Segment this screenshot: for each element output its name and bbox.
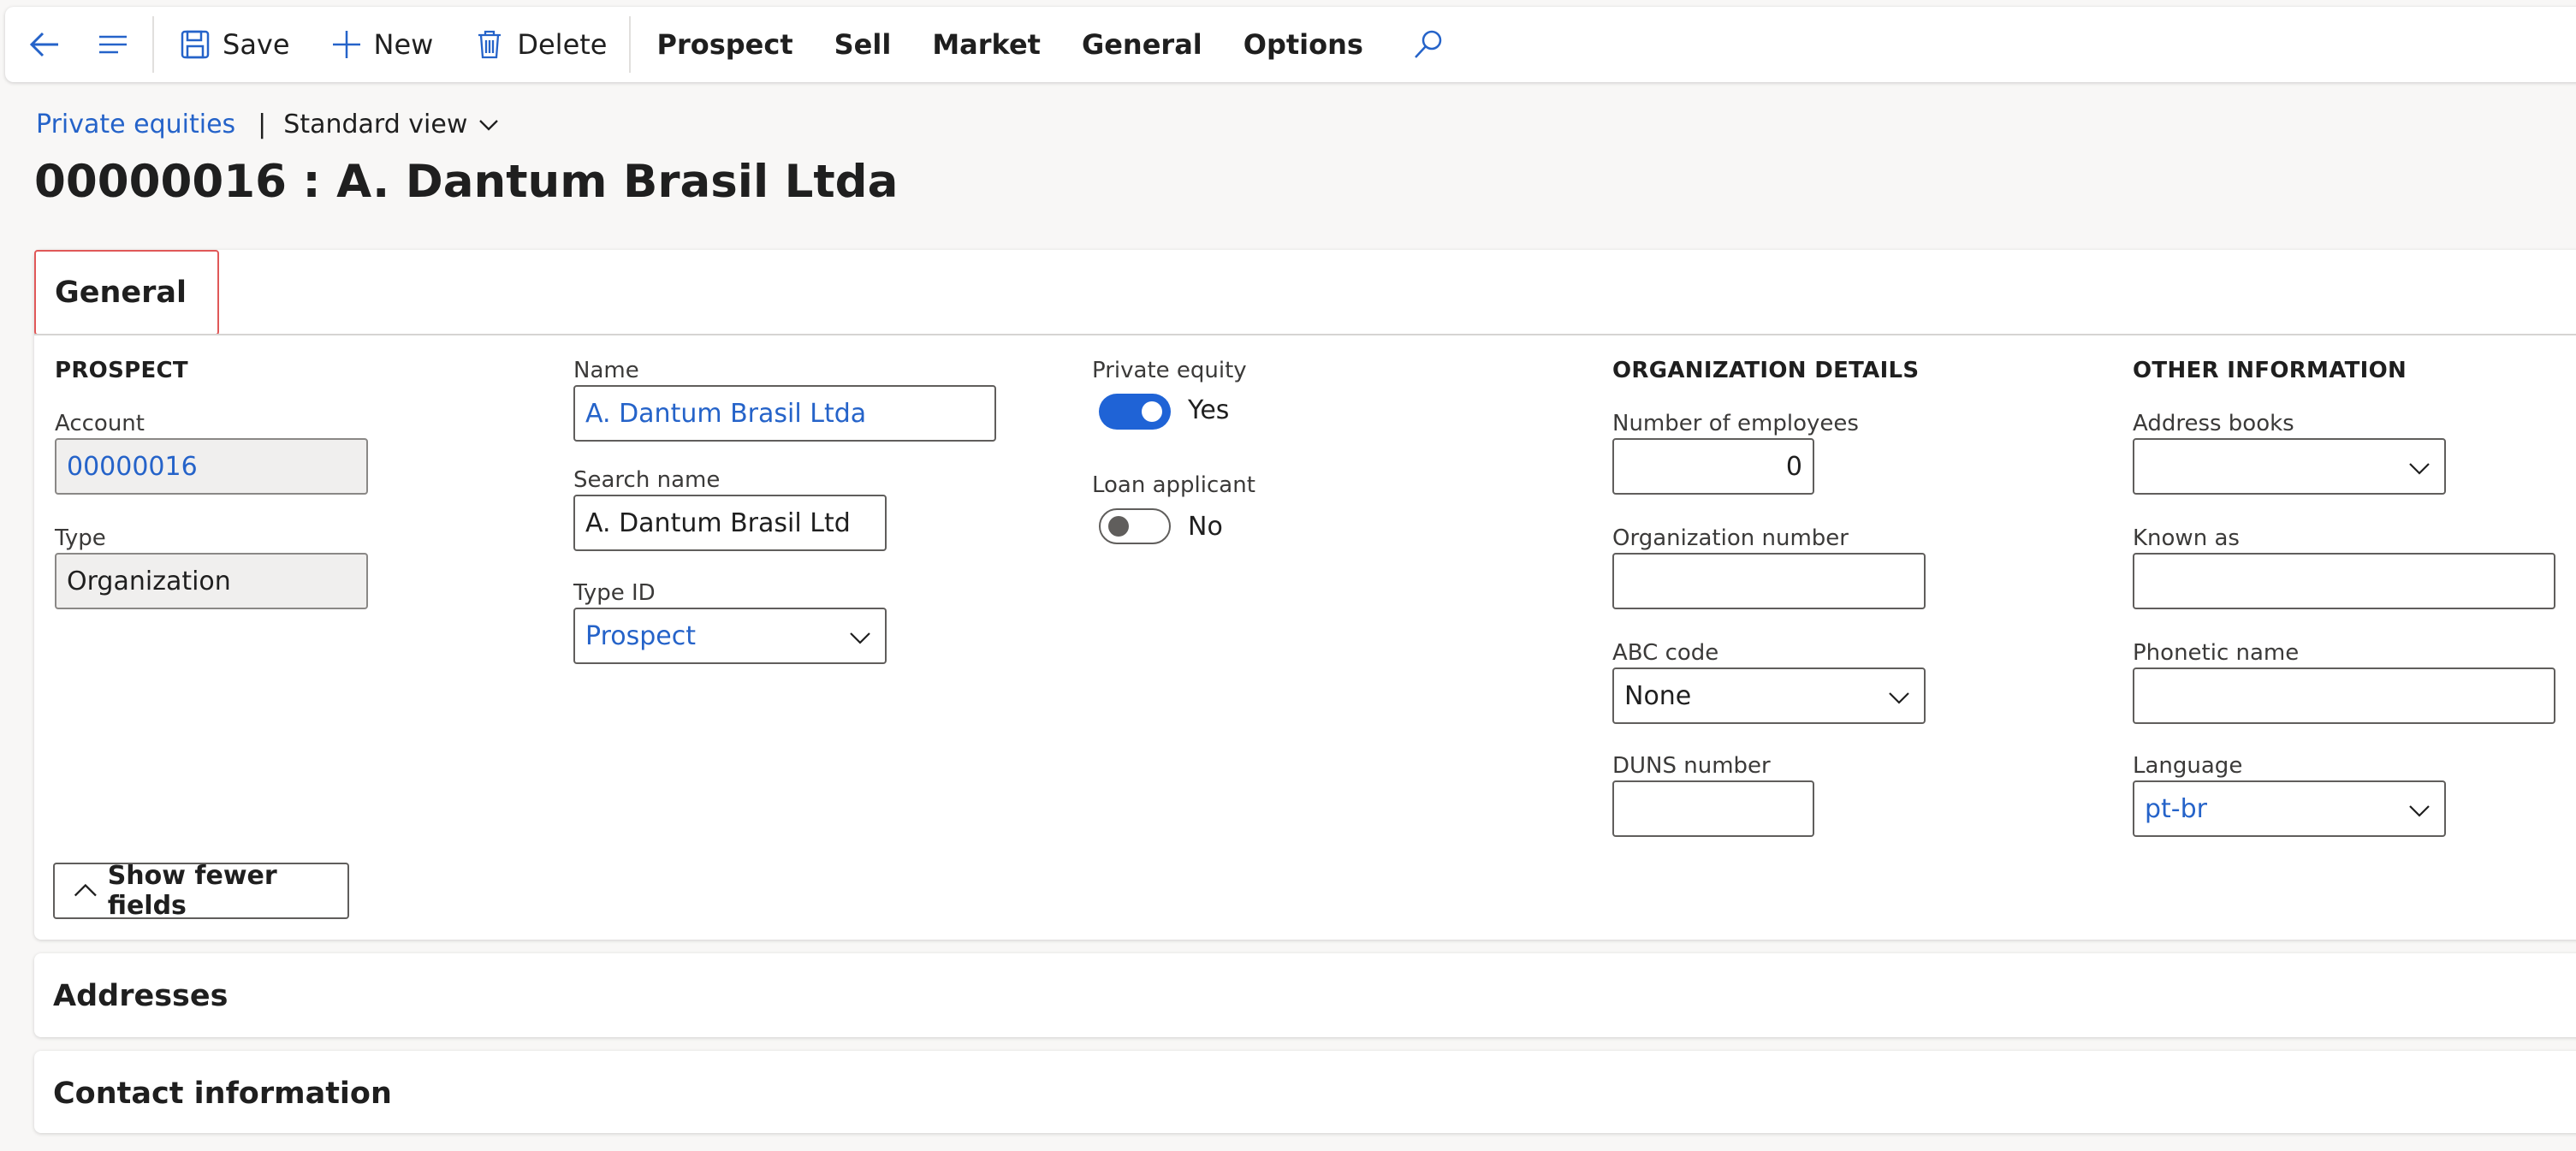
type-id-select[interactable]: Prospect (573, 608, 887, 664)
duns-number-label: DUNS number (1612, 753, 1771, 779)
new-label: New (373, 28, 434, 61)
action-pane: Save New Delete Prospect Sell Market Gen… (5, 7, 2576, 82)
contact-information-fasttab[interactable]: Contact information (34, 1051, 2576, 1133)
plus-icon (328, 26, 365, 63)
abc-code-value: None (1624, 680, 1692, 711)
new-button[interactable]: New (309, 7, 453, 82)
chevron-down-icon (850, 632, 870, 644)
save-label: Save (223, 28, 290, 61)
name-field[interactable]: A. Dantum Brasil Ltda (573, 385, 996, 442)
delete-button[interactable]: Delete (452, 7, 626, 82)
organization-details-group: ORGANIZATION DETAILS Number of employees… (1612, 358, 1926, 837)
account-label: Account (55, 411, 145, 436)
breadcrumb-separator: | (258, 110, 267, 139)
language-label: Language (2133, 753, 2243, 779)
chevron-up-icon (74, 883, 97, 897)
type-id-label: Type ID (573, 580, 656, 606)
addresses-fasttab[interactable]: Addresses (34, 953, 2576, 1037)
address-books-select[interactable] (2133, 438, 2446, 495)
employees-label: Number of employees (1612, 411, 1859, 436)
language-value: pt-br (2145, 793, 2208, 824)
account-field[interactable]: 00000016 (55, 438, 368, 495)
menu-sell[interactable]: Sell (814, 7, 912, 82)
name-label: Name (573, 358, 639, 383)
abc-code-label: ABC code (1612, 640, 1719, 666)
loan-applicant-toggle[interactable] (1099, 508, 1171, 544)
type-label: Type (55, 525, 106, 551)
chevron-down-icon (2409, 805, 2430, 817)
view-selector[interactable]: Standard view (283, 110, 502, 139)
phonetic-name-field[interactable] (2133, 667, 2555, 724)
toolbar-separator (152, 16, 154, 73)
delete-label: Delete (517, 28, 608, 61)
toggle-knob (1142, 401, 1162, 422)
breadcrumb-link[interactable]: Private equities (36, 110, 235, 139)
search-button[interactable] (1384, 7, 1473, 82)
addresses-header: Addresses (53, 979, 229, 1013)
view-selector-label: Standard view (283, 110, 468, 139)
employees-field[interactable]: 0 (1612, 438, 1814, 495)
phonetic-name-label: Phonetic name (2133, 640, 2300, 666)
private-equity-value: Yes (1188, 395, 1230, 425)
prospect-heading: PROSPECT (55, 358, 188, 383)
back-arrow-icon (26, 26, 63, 63)
page-title: 00000016 : A. Dantum Brasil Ltda (34, 156, 899, 208)
menu-options[interactable]: Options (1223, 7, 1384, 82)
tab-divider (34, 334, 2576, 335)
general-tab-header[interactable]: General (34, 250, 219, 335)
prospect-group: PROSPECT Account 00000016 Type Organizat… (55, 358, 368, 609)
search-name-field[interactable]: A. Dantum Brasil Ltd (573, 495, 887, 551)
trash-icon (471, 26, 508, 63)
hamburger-icon (94, 26, 132, 63)
type-field[interactable]: Organization (55, 553, 368, 609)
save-icon (176, 26, 214, 63)
chevron-down-icon (1889, 692, 1909, 704)
private-equity-label: Private equity (1092, 358, 1247, 383)
other-information-group: OTHER INFORMATION Address books Known as… (2133, 358, 2555, 837)
save-button[interactable]: Save (157, 7, 309, 82)
abc-code-select[interactable]: None (1612, 667, 1926, 724)
show-fewer-fields-button[interactable]: Show fewer fields (53, 861, 349, 921)
search-name-label: Search name (573, 467, 721, 493)
search-icon (1410, 26, 1447, 63)
other-information-heading: OTHER INFORMATION (2133, 358, 2407, 383)
loan-applicant-value: No (1188, 512, 1223, 542)
organization-number-label: Organization number (1612, 525, 1849, 551)
private-equity-toggle[interactable] (1099, 394, 1171, 430)
language-select[interactable]: pt-br (2133, 780, 2446, 837)
show-fewer-fields-label: Show fewer fields (107, 861, 277, 921)
type-id-value: Prospect (585, 620, 696, 651)
menu-general[interactable]: General (1061, 7, 1223, 82)
general-fasttab: General PROSPECT Account 00000016 Type O… (34, 250, 2576, 940)
known-as-field[interactable] (2133, 553, 2555, 609)
organization-details-heading: ORGANIZATION DETAILS (1612, 358, 1920, 383)
breadcrumb: Private equities | Standard view (36, 110, 502, 139)
chevron-down-icon (2409, 463, 2430, 475)
known-as-label: Known as (2133, 525, 2240, 551)
menu-market[interactable]: Market (911, 7, 1061, 82)
toggle-knob (1108, 516, 1129, 537)
back-button[interactable] (5, 7, 77, 82)
duns-number-field[interactable] (1612, 780, 1814, 837)
loan-applicant-label: Loan applicant (1092, 472, 1255, 498)
organization-number-field[interactable] (1612, 553, 1926, 609)
contact-information-header: Contact information (53, 1077, 392, 1111)
toolbar-separator (629, 16, 632, 73)
menu-button[interactable] (77, 7, 149, 82)
menu-prospect[interactable]: Prospect (634, 7, 813, 82)
address-books-label: Address books (2133, 411, 2294, 436)
chevron-down-icon (479, 119, 499, 131)
